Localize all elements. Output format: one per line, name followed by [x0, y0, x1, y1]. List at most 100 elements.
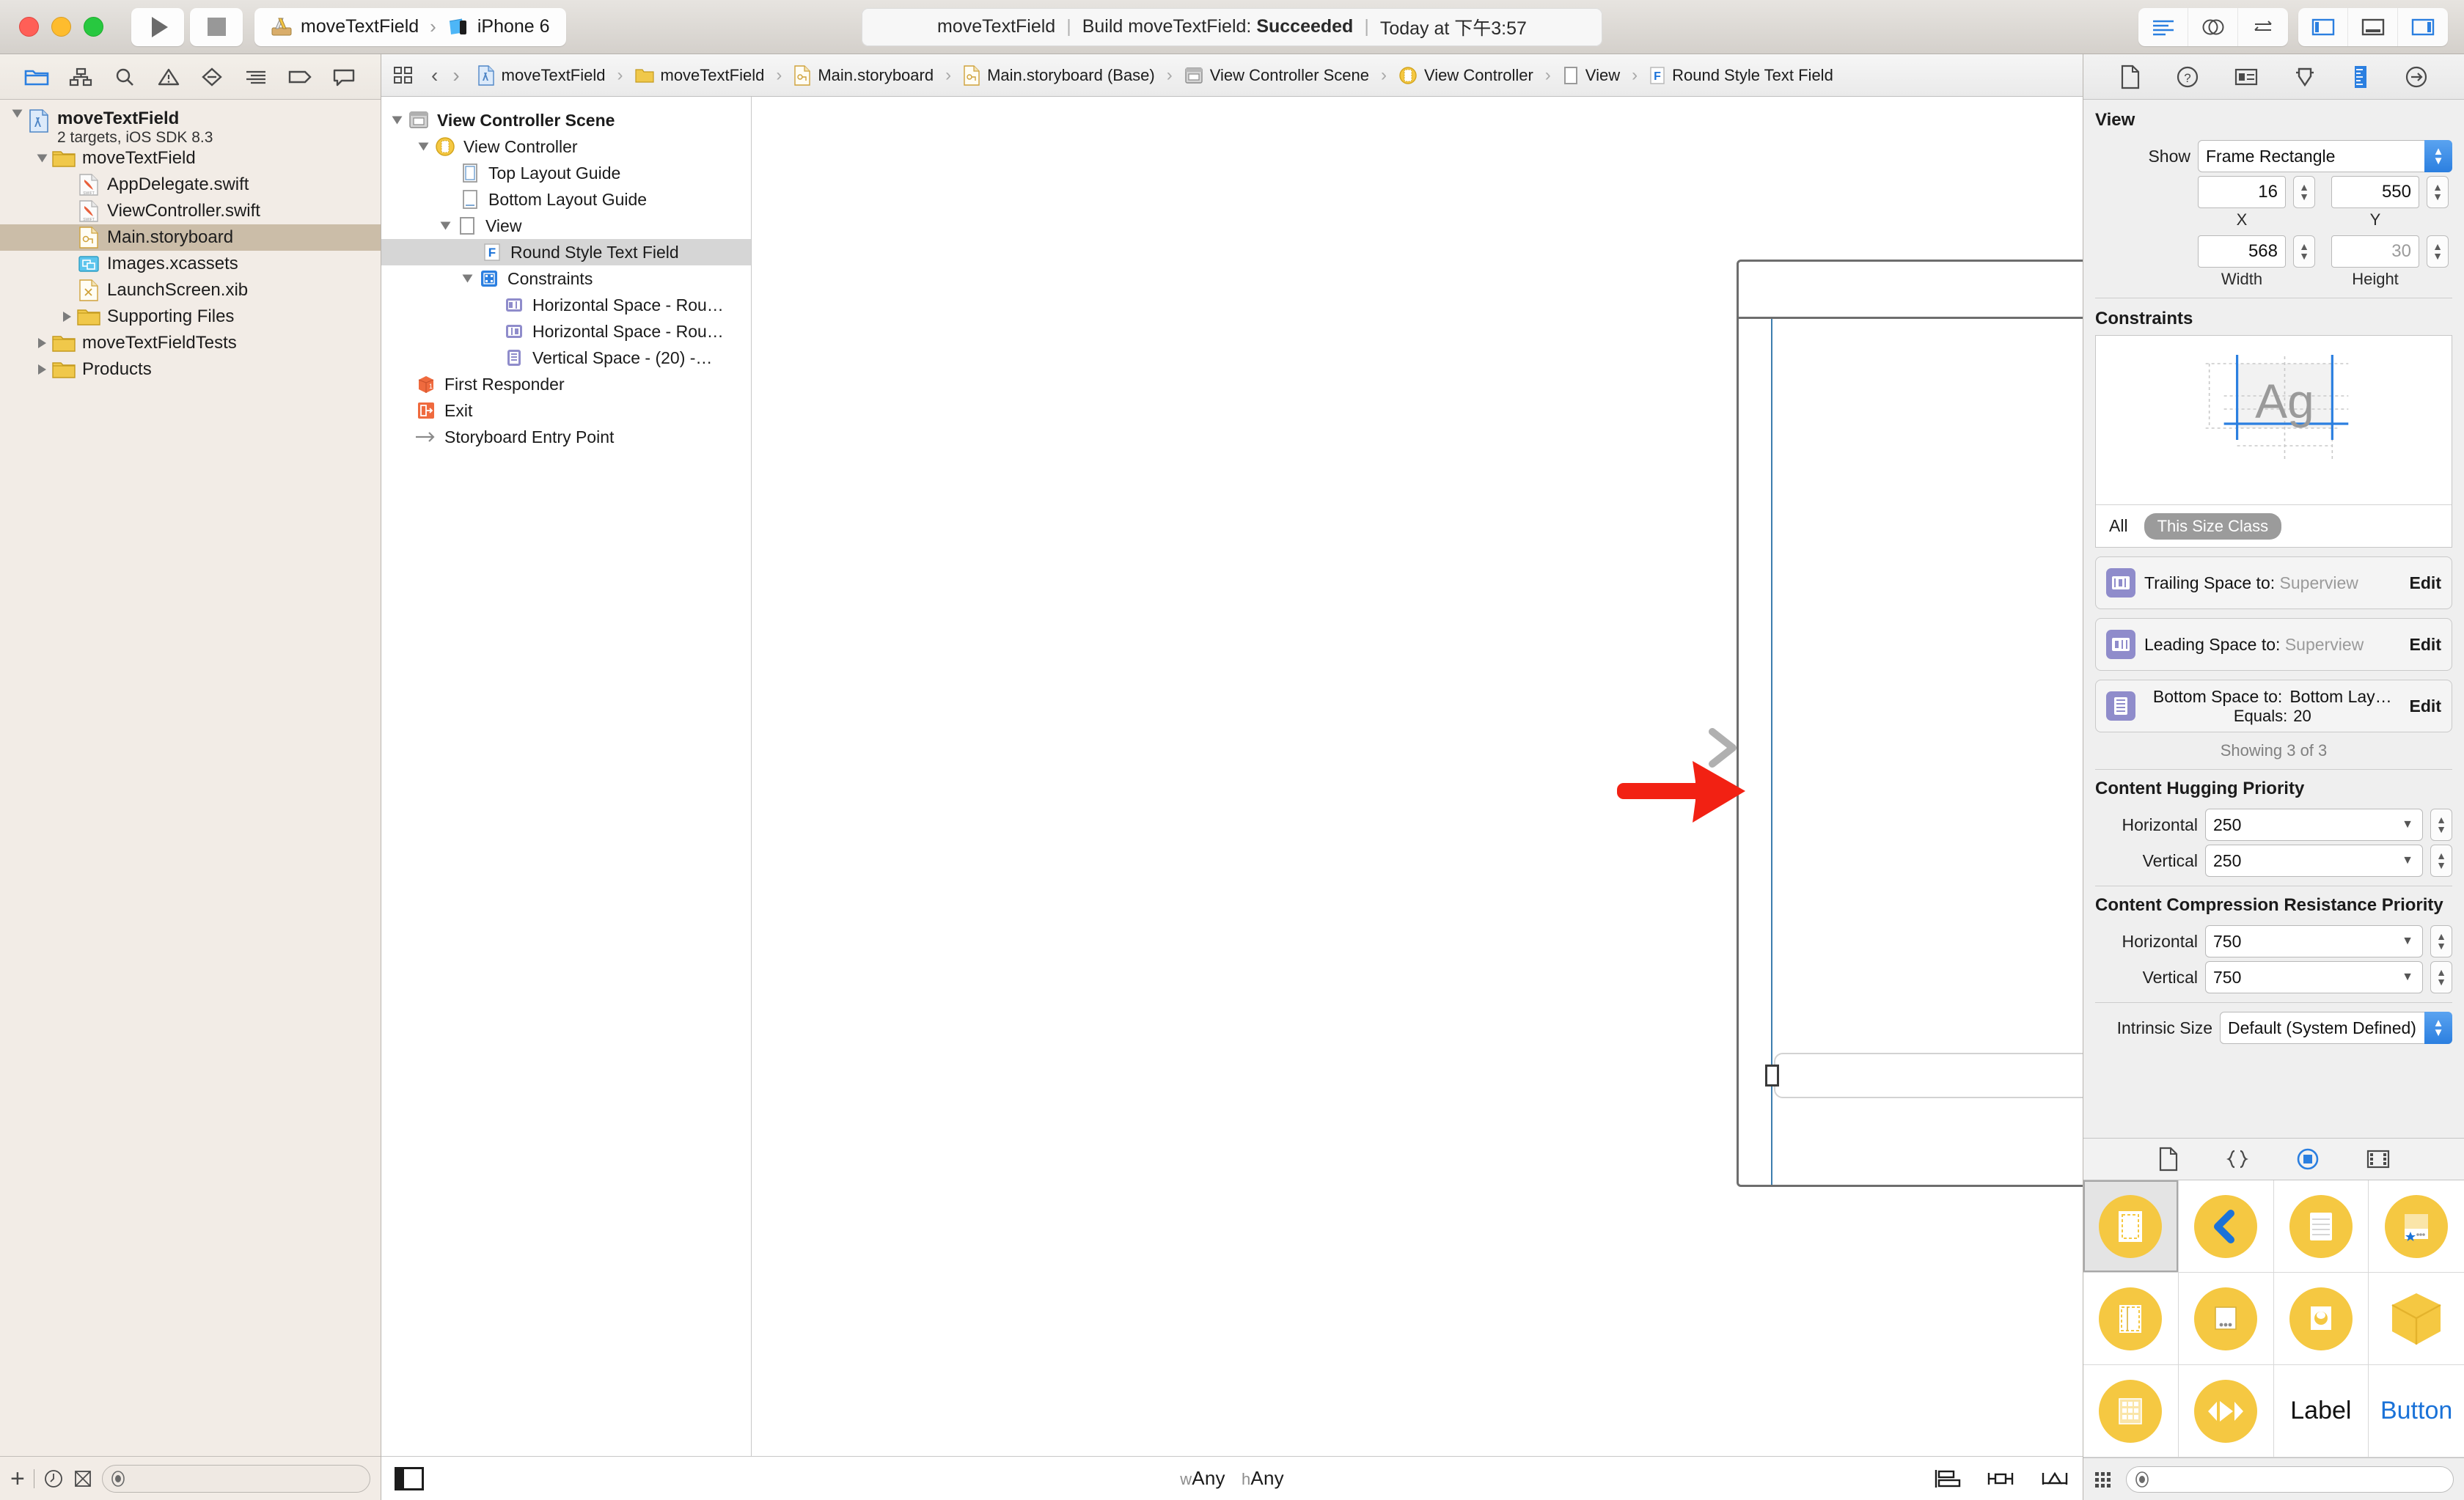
- debug-navigator-tab[interactable]: [242, 63, 270, 91]
- zoom-window-button[interactable]: [84, 17, 103, 37]
- issue-navigator-tab[interactable]: [155, 63, 183, 91]
- outline-row-round-style-text-field[interactable]: F Round Style Text Field: [381, 239, 751, 265]
- constraint-row-bottom[interactable]: Bottom Space to: Bottom Lay… Equals: 20 …: [2095, 680, 2452, 732]
- navigator-filter-input[interactable]: [101, 1464, 370, 1493]
- hugging-vertical-stepper[interactable]: ▲ ▼: [2430, 845, 2452, 877]
- disclosure-triangle[interactable]: [387, 115, 406, 125]
- tree-row-images-xcassets[interactable]: Images.xcassets: [0, 251, 381, 277]
- compression-vertical-popup[interactable]: 750 ▼: [2205, 961, 2423, 993]
- constraint-edit-button[interactable]: Edit: [2410, 573, 2441, 593]
- outline-row-entry-point[interactable]: Storyboard Entry Point: [381, 424, 751, 450]
- object-library-grid[interactable]: Label Button: [2083, 1180, 2464, 1457]
- outline-row-first-responder[interactable]: 1 First Responder: [381, 371, 751, 397]
- outline-row-hspace-2[interactable]: Horizontal Space - Rou…: [381, 318, 751, 345]
- disclosure-triangle[interactable]: [57, 312, 76, 322]
- outline-row-scene[interactable]: View Controller Scene: [381, 107, 751, 133]
- document-outline[interactable]: View Controller Scene View Controller To…: [381, 97, 752, 1456]
- project-navigator-tree[interactable]: moveTextField 2 targets, iOS SDK 8.3 mov…: [0, 100, 381, 1456]
- code-snippet-library-tab[interactable]: [2225, 1148, 2250, 1170]
- height-field[interactable]: 30: [2331, 235, 2419, 268]
- outline-row-vspace[interactable]: Vertical Space - (20) -…: [381, 345, 751, 371]
- tree-row-movetextfieldtests[interactable]: moveTextFieldTests: [0, 330, 381, 356]
- scheme-selector[interactable]: moveTextField › iPhone 6: [254, 7, 566, 46]
- library-filter-input[interactable]: [2126, 1466, 2454, 1493]
- tree-row-viewcontroller[interactable]: SWIFT ViewController.swift: [0, 198, 381, 224]
- recent-files-filter-icon[interactable]: [43, 1468, 64, 1489]
- connections-inspector-tab[interactable]: [2405, 65, 2428, 89]
- toggle-document-outline-button[interactable]: [395, 1466, 424, 1490]
- width-field[interactable]: 568: [2198, 235, 2286, 268]
- outline-row-top-layout-guide[interactable]: Top Layout Guide: [381, 160, 751, 186]
- back-button[interactable]: ‹: [431, 64, 438, 87]
- find-navigator-tab[interactable]: [111, 63, 139, 91]
- toggle-debug-area-button[interactable]: [2348, 7, 2398, 46]
- tree-row-supporting-files[interactable]: Supporting Files: [0, 304, 381, 330]
- disclosure-triangle[interactable]: [436, 221, 455, 231]
- related-items-icon[interactable]: [393, 66, 414, 85]
- breadcrumb-item-project[interactable]: moveTextField: [477, 65, 606, 86]
- library-item-tab-bar-controller[interactable]: [2369, 1180, 2464, 1273]
- constraint-row-trailing[interactable]: Trailing Space to: Superview Edit: [2095, 556, 2452, 609]
- tree-row-products[interactable]: Products: [0, 356, 381, 383]
- object-library-tab[interactable]: [2295, 1147, 2320, 1172]
- device-screen[interactable]: [1739, 319, 2083, 1185]
- breadcrumb-item-storyboard-base[interactable]: Main.storyboard (Base): [963, 65, 1155, 86]
- storyboard-canvas[interactable]: 1: [752, 97, 2083, 1456]
- toggle-utilities-button[interactable]: [2398, 8, 2448, 46]
- library-item-avkit-player-controller[interactable]: [2273, 1273, 2369, 1365]
- outline-row-viewcontroller[interactable]: View Controller: [381, 133, 751, 160]
- constraint-edit-button[interactable]: Edit: [2410, 696, 2441, 716]
- disclosure-triangle[interactable]: [32, 338, 51, 348]
- project-navigator-tab[interactable]: [23, 63, 51, 91]
- file-template-library-tab[interactable]: [2157, 1147, 2179, 1172]
- library-item-split-view-controller[interactable]: [2083, 1273, 2179, 1365]
- scope-this-size-class-button[interactable]: This Size Class: [2144, 512, 2282, 540]
- width-stepper[interactable]: ▲ ▼: [2293, 235, 2315, 268]
- run-button[interactable]: [131, 7, 184, 46]
- x-stepper[interactable]: ▲ ▼: [2293, 176, 2315, 208]
- close-window-button[interactable]: [19, 17, 39, 37]
- library-item-page-view-controller[interactable]: [2178, 1273, 2274, 1365]
- standard-editor-button[interactable]: [2138, 7, 2188, 46]
- outline-row-exit[interactable]: Exit: [381, 397, 751, 424]
- resolve-issues-button[interactable]: [2040, 1468, 2069, 1490]
- scope-all-button[interactable]: All: [2109, 516, 2128, 536]
- compression-horizontal-stepper[interactable]: ▲ ▼: [2430, 925, 2452, 957]
- library-item-label[interactable]: Label: [2273, 1365, 2369, 1457]
- media-library-tab[interactable]: [2366, 1149, 2391, 1169]
- tree-row-appdelegate[interactable]: SWIFT AppDelegate.swift: [0, 172, 381, 198]
- y-field[interactable]: 550: [2331, 176, 2419, 208]
- file-inspector-tab[interactable]: [2119, 65, 2141, 89]
- toggle-navigator-button[interactable]: [2298, 7, 2348, 46]
- quick-help-tab[interactable]: ?: [2176, 65, 2199, 89]
- outline-row-bottom-layout-guide[interactable]: Bottom Layout Guide: [381, 186, 751, 213]
- constraint-edit-button[interactable]: Edit: [2410, 635, 2441, 655]
- disclosure-triangle[interactable]: [32, 364, 51, 375]
- constraint-row-leading[interactable]: Leading Space to: Superview Edit: [2095, 618, 2452, 671]
- disclosure-triangle[interactable]: [414, 141, 433, 152]
- round-style-text-field[interactable]: [1774, 1053, 2083, 1098]
- view-controller-device[interactable]: 1: [1737, 260, 2083, 1187]
- tree-row-launchscreen-xib[interactable]: LaunchScreen.xib: [0, 277, 381, 304]
- show-popup[interactable]: Frame Rectangle ▲ ▼: [2198, 140, 2452, 172]
- y-stepper[interactable]: ▲ ▼: [2427, 176, 2449, 208]
- hugging-horizontal-stepper[interactable]: ▲ ▼: [2430, 809, 2452, 841]
- minimize-window-button[interactable]: [51, 17, 71, 37]
- library-item-table-view-controller[interactable]: [2273, 1180, 2369, 1273]
- library-item-navigation-controller[interactable]: [2178, 1180, 2274, 1273]
- disclosure-triangle[interactable]: [458, 273, 477, 284]
- outline-row-constraints[interactable]: Constraints: [381, 265, 751, 292]
- align-button[interactable]: [1932, 1468, 1961, 1490]
- breadcrumb-item-group[interactable]: moveTextField: [634, 66, 764, 85]
- compression-vertical-stepper[interactable]: ▲ ▼: [2430, 961, 2452, 993]
- tree-row-main-storyboard[interactable]: Main.storyboard: [0, 224, 381, 251]
- library-item-button[interactable]: Button: [2369, 1365, 2464, 1457]
- size-inspector-tab[interactable]: [2351, 65, 2370, 89]
- symbol-navigator-tab[interactable]: [67, 63, 95, 91]
- forward-button[interactable]: ›: [452, 64, 459, 87]
- ag-preview[interactable]: Ag: [2096, 336, 2452, 504]
- outline-row-hspace-1[interactable]: Horizontal Space - Rou…: [381, 292, 751, 318]
- breadcrumb-item-scene[interactable]: View Controller Scene: [1184, 66, 1369, 85]
- selection-handle-left[interactable]: [1765, 1065, 1779, 1087]
- source-control-filter-icon[interactable]: [73, 1468, 93, 1489]
